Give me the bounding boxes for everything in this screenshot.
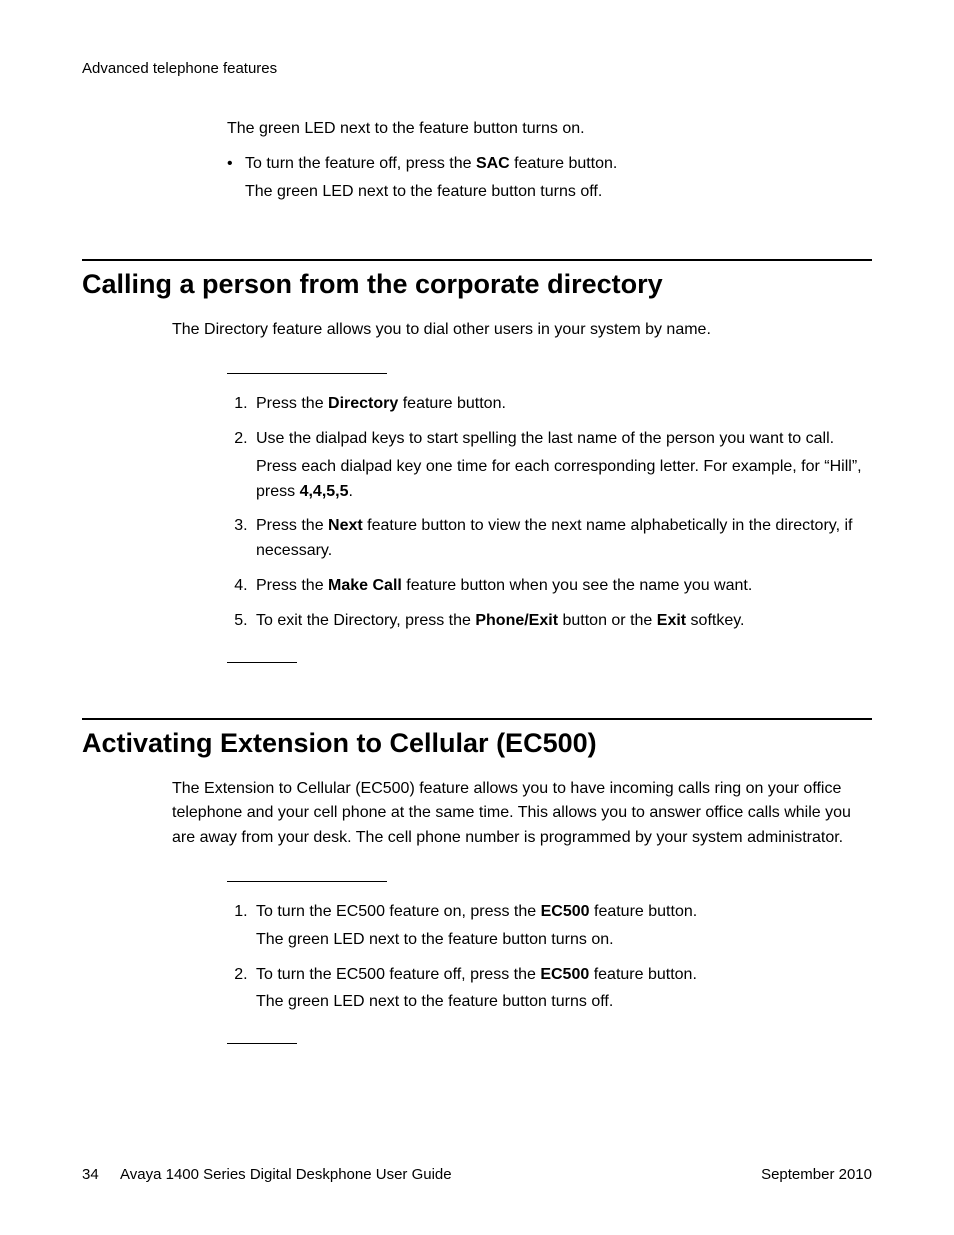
step-item: Press the Make Call feature button when … xyxy=(252,574,872,599)
steps-bottom-rule xyxy=(227,1043,297,1044)
step-text: feature button. xyxy=(590,903,698,920)
step-item: To turn the EC500 feature off, press the… xyxy=(252,963,872,1016)
step-bold: Exit xyxy=(657,612,686,629)
bullet-text-pre: To turn the feature off, press the xyxy=(245,155,476,172)
step-text: Press the xyxy=(256,517,328,534)
bullet-item: • To turn the feature off, press the SAC… xyxy=(227,152,872,205)
prev-section-continuation: The green LED next to the feature button… xyxy=(227,117,872,204)
step-bold: EC500 xyxy=(541,903,590,920)
section-heading-directory: Calling a person from the corporate dire… xyxy=(82,269,872,300)
step-bold: EC500 xyxy=(540,966,589,983)
step-bold: Phone/Exit xyxy=(475,612,558,629)
step-subline: The green LED next to the feature button… xyxy=(256,990,872,1015)
bullet-subline: The green LED next to the feature button… xyxy=(245,180,617,205)
footer-doc-title: Avaya 1400 Series Digital Deskphone User… xyxy=(120,1166,452,1183)
steps-top-rule xyxy=(227,881,387,882)
step-text: softkey. xyxy=(686,612,744,629)
step-bold: 4,4,5,5 xyxy=(300,483,349,500)
step-text: . xyxy=(349,483,353,500)
section-divider xyxy=(82,718,872,720)
step-text: Press the xyxy=(256,395,328,412)
step-item: Press the Directory feature button. xyxy=(252,392,872,417)
step-text: To turn the EC500 feature on, press the xyxy=(256,903,541,920)
bullet-text-post: feature button. xyxy=(510,155,618,172)
step-text: button or the xyxy=(558,612,657,629)
running-header: Advanced telephone features xyxy=(82,60,872,77)
page-number: 34 xyxy=(82,1166,99,1183)
continuation-line: The green LED next to the feature button… xyxy=(227,117,872,142)
section-intro: The Directory feature allows you to dial… xyxy=(172,318,872,343)
bullet-text-bold: SAC xyxy=(476,155,510,172)
step-text: feature button when you see the name you… xyxy=(402,577,752,594)
footer-date: September 2010 xyxy=(761,1166,872,1183)
step-subline: The green LED next to the feature button… xyxy=(256,928,872,953)
step-item: Press the Next feature button to view th… xyxy=(252,514,872,564)
step-text: feature button. xyxy=(589,966,697,983)
steps-top-rule xyxy=(227,373,387,374)
page: Advanced telephone features The green LE… xyxy=(0,0,954,1235)
step-item: To exit the Directory, press the Phone/E… xyxy=(252,609,872,634)
step-item: Use the dialpad keys to start spelling t… xyxy=(252,427,872,504)
step-text: Use the dialpad keys to start spelling t… xyxy=(256,430,834,447)
section-divider xyxy=(82,259,872,261)
step-bold: Directory xyxy=(328,395,398,412)
step-text: To turn the EC500 feature off, press the xyxy=(256,966,540,983)
steps-list: Press the Directory feature button. Use … xyxy=(82,392,872,633)
step-text: To exit the Directory, press the xyxy=(256,612,475,629)
step-bold: Make Call xyxy=(328,577,402,594)
step-item: To turn the EC500 feature on, press the … xyxy=(252,900,872,953)
section-heading-ec500: Activating Extension to Cellular (EC500) xyxy=(82,728,872,759)
bullet-marker: • xyxy=(227,152,245,205)
step-bold: Next xyxy=(328,517,363,534)
steps-bottom-rule xyxy=(227,662,297,663)
steps-list: To turn the EC500 feature on, press the … xyxy=(82,900,872,1015)
step-text: Press the xyxy=(256,577,328,594)
section-intro: The Extension to Cellular (EC500) featur… xyxy=(172,777,872,851)
page-footer: 34 Avaya 1400 Series Digital Deskphone U… xyxy=(82,1166,872,1183)
step-text: feature button. xyxy=(398,395,506,412)
